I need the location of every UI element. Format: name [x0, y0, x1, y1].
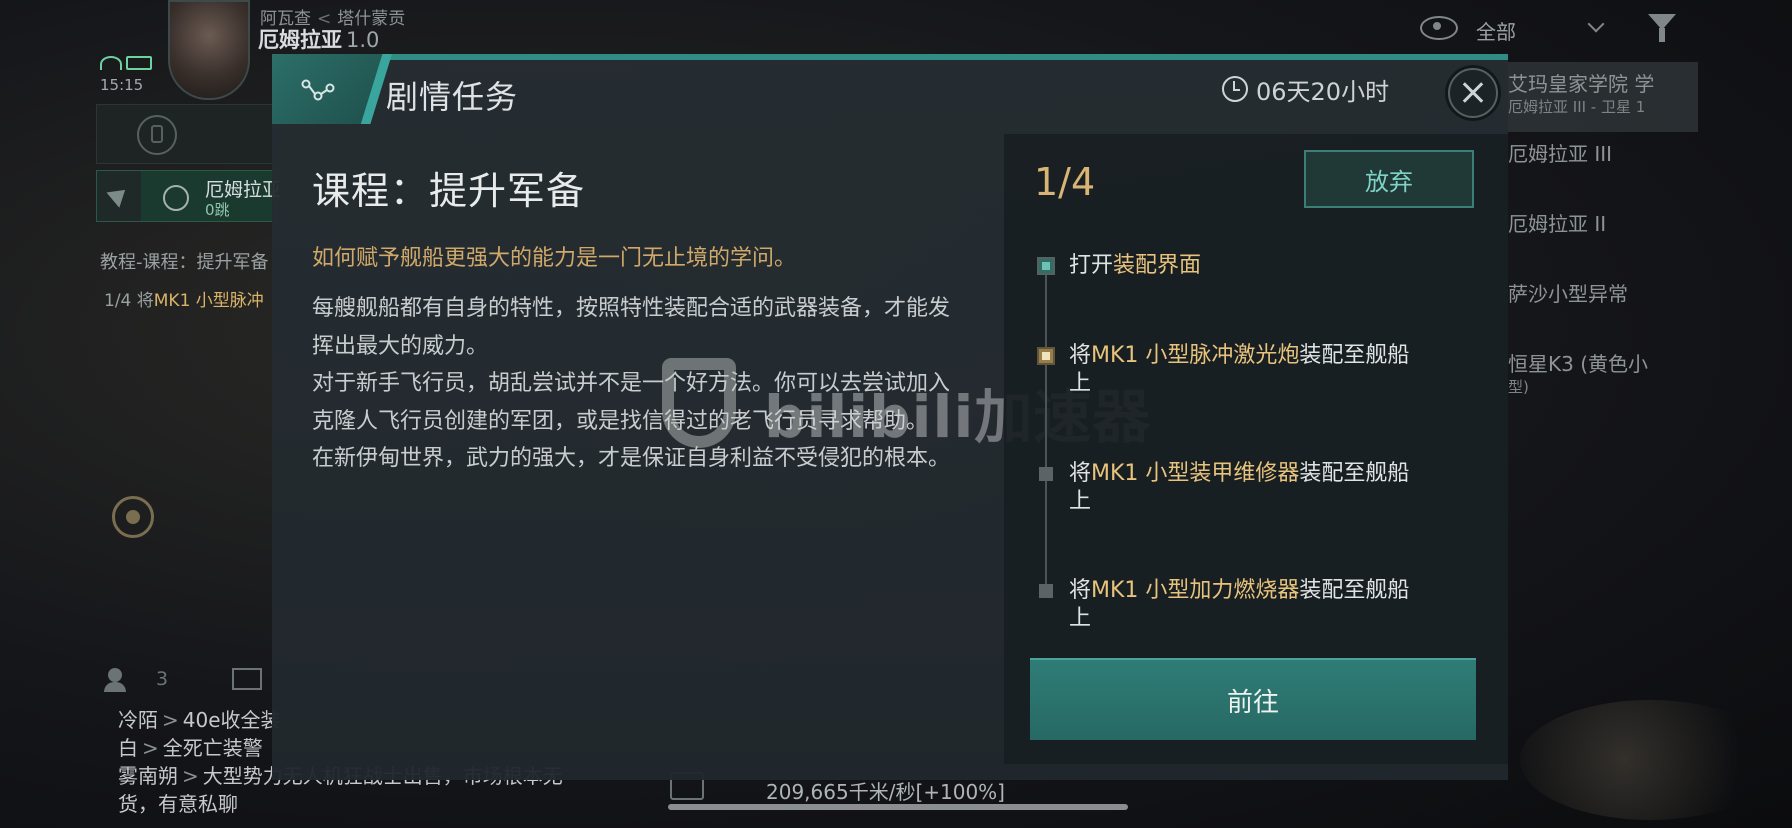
abandon-button[interactable]: 放弃: [1304, 150, 1474, 208]
route-destination: 厄姆拉亚: [205, 179, 282, 201]
clock-icon: [1222, 76, 1248, 102]
chevron-down-icon[interactable]: [1587, 15, 1605, 33]
mission-timer: 06天20小时: [1256, 78, 1390, 106]
ship-speed: 209,665千米/秒[+100%]: [766, 780, 1005, 804]
location-system[interactable]: 厄姆拉亚 1.0: [258, 24, 379, 54]
go-button[interactable]: 前往: [1030, 658, 1476, 740]
step-text: 将MK1 小型加力燃烧器装配至舰船上: [1069, 578, 1410, 631]
step-pending-icon: [1039, 467, 1053, 481]
home-indicator[interactable]: [668, 804, 1128, 810]
eye-icon[interactable]: [1420, 16, 1458, 40]
overview-item[interactable]: 厄姆拉亚 II: [1508, 202, 1698, 272]
story-mission-icon: [301, 79, 335, 101]
step-text: 将MK1 小型装甲维修器装配至舰船上: [1069, 461, 1410, 514]
step-text: 打开装配界面: [1069, 253, 1202, 278]
overview-item[interactable]: 萨沙小型异常: [1508, 272, 1698, 342]
dialog-title: 剧情任务: [386, 78, 519, 116]
step-current-icon: [1037, 347, 1055, 365]
background-object: [1520, 700, 1780, 820]
route-panel[interactable]: 厄姆拉亚 0跳: [96, 170, 282, 222]
station-icon: [163, 185, 189, 211]
step-text: 将MK1 小型脉冲激光炮装配至舰船上: [1069, 343, 1410, 396]
tutorial-tracker-title[interactable]: 教程-课程：提升军备: [100, 248, 269, 274]
overview-item[interactable]: 艾玛皇家学院 学厄姆拉亚 III - 卫星 1: [1508, 62, 1698, 132]
steps-timeline: [1045, 270, 1047, 596]
overview-item[interactable]: 厄姆拉亚 III: [1508, 132, 1698, 202]
device-status: [100, 54, 158, 70]
security-status: 1.0: [346, 28, 380, 52]
wifi-icon: [100, 56, 122, 70]
task-progress: 1/4: [1034, 160, 1096, 204]
filter-label[interactable]: 全部: [1476, 16, 1516, 45]
step-done-icon: [1037, 257, 1055, 275]
quick-action-bar: [96, 104, 278, 164]
pilot-portrait[interactable]: [168, 0, 250, 100]
overview-filter[interactable]: 全部: [1420, 10, 1680, 50]
close-button[interactable]: [1448, 68, 1498, 118]
route-jumps: 0跳: [205, 201, 230, 219]
contacts-count: 3: [156, 668, 169, 690]
watermark-logo-icon: [662, 358, 736, 448]
mail-icon[interactable]: [232, 668, 262, 690]
overview-list: 艾玛皇家学院 学厄姆拉亚 III - 卫星 1 厄姆拉亚 III 厄姆拉亚 II…: [1508, 62, 1698, 412]
filter-icon[interactable]: [1648, 14, 1676, 42]
overview-item[interactable]: 恒星K3 (黄色小 型): [1508, 342, 1698, 412]
clock: 15:15: [100, 76, 144, 94]
lock-icon[interactable]: [137, 115, 177, 155]
navigation-arrow-icon[interactable]: [97, 171, 141, 221]
contacts-icon[interactable]: [104, 668, 126, 692]
mission-name: 课程：提升军备: [312, 169, 586, 213]
tutorial-tracker-progress[interactable]: 1/4 将MK1 小型脉冲: [104, 286, 264, 311]
battery-icon: [126, 56, 152, 70]
description-paragraph: 每艘舰船都有自身的特性，按照特性装配合适的武器装备，才能发挥出最大的威力。: [312, 296, 951, 359]
step-pending-icon: [1039, 584, 1053, 598]
mission-lead: 如何赋予舰船更强大的能力是一门无止境的学问。: [312, 246, 797, 271]
target-reticle-icon[interactable]: [112, 496, 154, 538]
